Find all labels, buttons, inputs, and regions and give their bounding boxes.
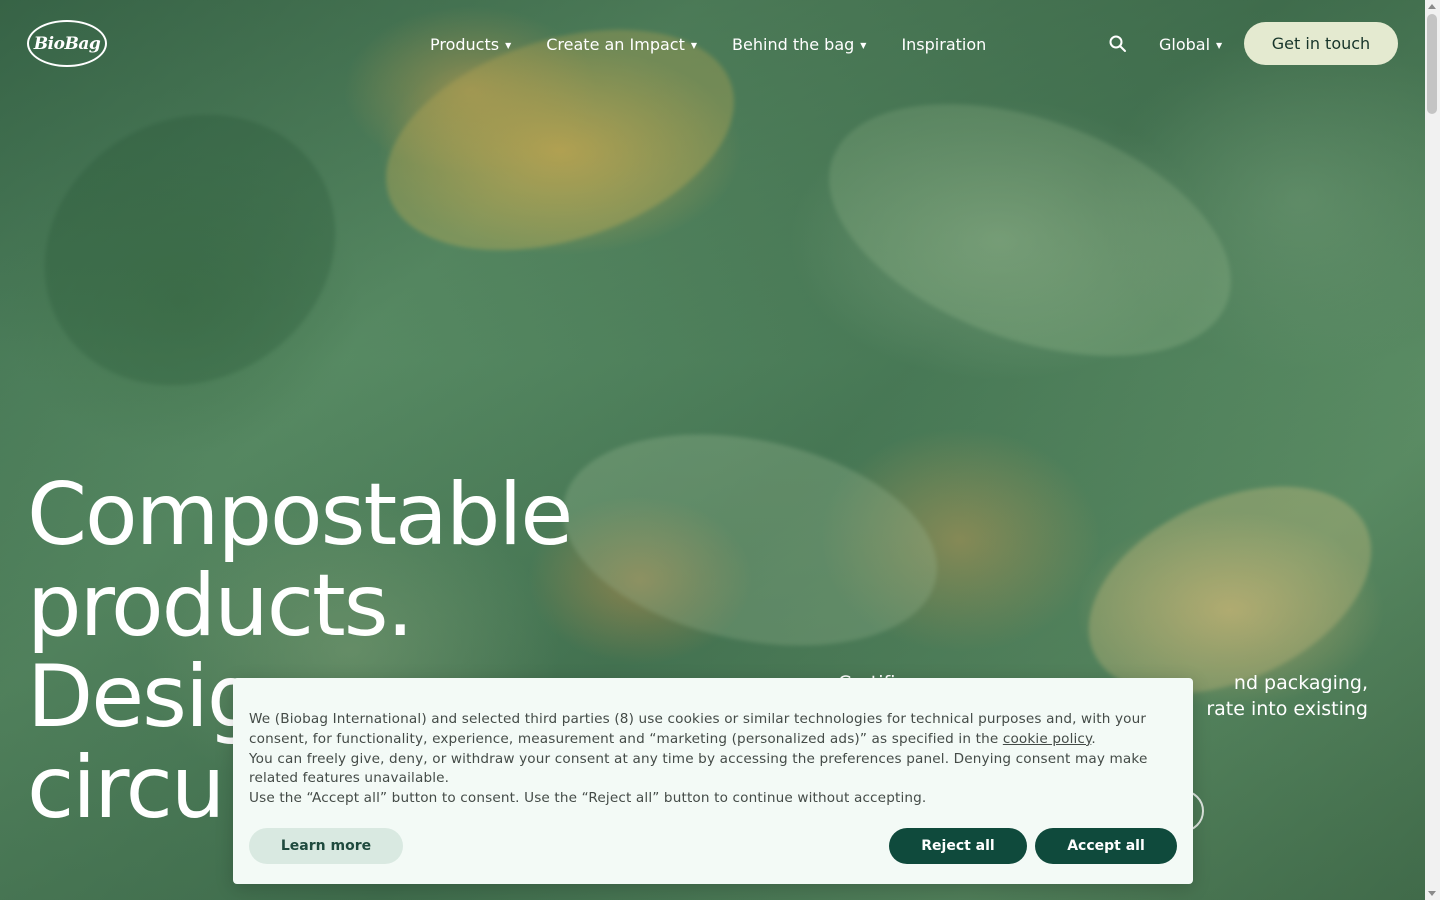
region-selector[interactable]: Global ▼	[1159, 32, 1222, 56]
main-nav: Products ▼ Create an Impact ▼ Behind the…	[430, 32, 1021, 56]
region-label: Global	[1159, 34, 1211, 54]
learn-more-button[interactable]: Learn more	[249, 828, 403, 864]
nav-item-label: Inspiration	[901, 34, 987, 54]
accept-all-button[interactable]: Accept all	[1035, 828, 1177, 864]
logo-text: BioBag	[33, 33, 101, 54]
cookie-text-part: .	[1091, 730, 1096, 747]
cookie-paragraph: Use the “Accept all” button to consent. …	[249, 790, 927, 807]
nav-item-behind-the-bag[interactable]: Behind the bag ▼	[732, 32, 866, 56]
nav-item-label: Behind the bag	[732, 34, 855, 54]
nav-item-products[interactable]: Products ▼	[430, 32, 511, 56]
caret-down-icon: ▼	[860, 40, 867, 50]
cookie-paragraph: We (Biobag International) and selected t…	[249, 710, 1169, 750]
get-in-touch-button[interactable]: Get in touch	[1244, 22, 1398, 65]
headline-line: Compostable	[27, 465, 573, 565]
cookie-paragraph: You can freely give, deny, or withdraw y…	[249, 750, 1148, 787]
cookie-notice-text: We (Biobag International) and selected t…	[249, 710, 1169, 809]
caret-down-icon: ▼	[505, 40, 512, 50]
scroll-thumb[interactable]	[1427, 14, 1437, 114]
caret-down-icon: ▼	[690, 40, 698, 50]
nav-item-create-an-impact[interactable]: Create an Impact ▼	[546, 32, 697, 56]
caret-down-icon: ▼	[1216, 40, 1223, 50]
scroll-up-icon[interactable]	[1428, 4, 1436, 9]
nav-item-label: Create an Impact	[546, 34, 685, 54]
reject-all-button[interactable]: Reject all	[889, 828, 1027, 864]
cookie-consent-banner: We (Biobag International) and selected t…	[233, 678, 1193, 884]
nav-item-label: Products	[430, 34, 500, 54]
cookie-policy-link[interactable]: cookie policy	[1003, 731, 1091, 747]
page-scrollbar[interactable]	[1425, 0, 1440, 900]
biobag-logo[interactable]: BioBag	[27, 20, 107, 67]
nav-item-inspiration[interactable]: Inspiration	[901, 32, 986, 56]
scroll-down-icon[interactable]	[1428, 891, 1436, 896]
subcopy-end: rate into existing	[1206, 698, 1368, 720]
subcopy-end: nd packaging,	[1233, 672, 1368, 694]
search-icon[interactable]	[1108, 34, 1128, 54]
headline-line: products.	[27, 556, 414, 656]
